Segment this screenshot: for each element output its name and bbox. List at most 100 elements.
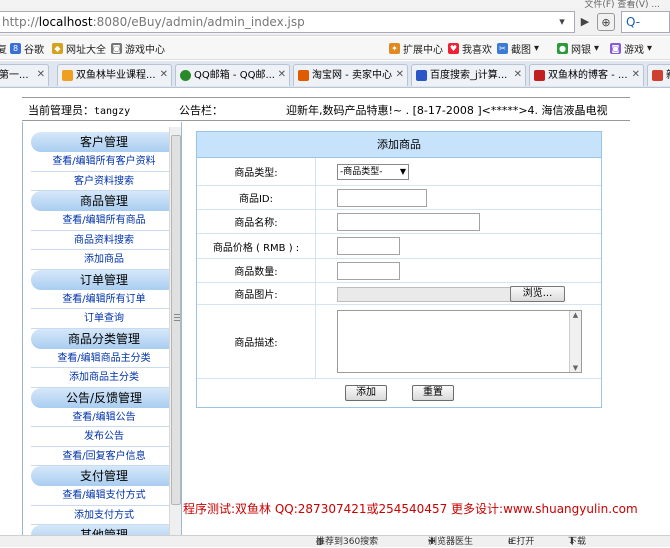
favorite-item-sites[interactable]: ◆ 网址大全 [52,41,106,56]
reset-button[interactable]: 重置 [412,385,454,401]
close-icon[interactable]: ✕ [278,65,286,85]
menu-item-edit-orders[interactable]: 查看/编辑所有订单 [31,289,177,309]
scroll-down-icon[interactable]: ▼ [570,364,581,372]
tab-5[interactable]: 百度搜索_j计算... ✕ [411,64,526,86]
menu-item-edit-customers[interactable]: 查看/编辑所有客户资料 [31,152,177,172]
product-type-label: 商品类型: [197,158,316,185]
menu-item-publish-notice[interactable]: 发布公告 [31,427,177,447]
product-image-path[interactable] [337,287,512,302]
menu-item-search-orders[interactable]: 订单查询 [31,309,177,329]
product-type-value: -商品类型- [340,167,383,177]
tab-4[interactable]: 淘宝网 - 卖家中心 ✕ [293,64,408,86]
product-quantity-label: 商品数量: [197,259,316,282]
status-search360-label: 推荐到360搜索 [316,537,379,547]
menu-group-notice[interactable]: 公告/反馈管理 [31,387,177,408]
tab-label: 淘宝网 - 卖家中心 [312,69,392,81]
menu-item-edit-payments[interactable]: 查看/编辑支付方式 [31,486,177,506]
product-quantity-input[interactable] [337,262,400,280]
tab-2[interactable]: 双鱼林毕业课程... ✕ [57,64,172,86]
favorite-label: 网银 [571,45,591,56]
admin-header: 当前管理员：tangzy 公告栏： 迎新年,数码产品特惠!~ . [8-17-2… [22,97,630,121]
favorite-item-likes[interactable]: ♥ 我喜欢 [448,41,492,56]
status-ie-label: IE打开 [508,537,535,547]
menu-item-search-products[interactable]: 商品资料搜索 [31,230,177,250]
address-bar: http://localhost:8080/eBuy/admin/admin_i… [0,8,670,36]
menu-item-add-payment[interactable]: 添加支付方式 [31,505,177,525]
form-title: 添加商品 [197,132,601,158]
address-host: localhost [38,15,93,29]
tab-1[interactable]: 第一... ✕ [0,64,49,86]
menu-item-add-product[interactable]: 添加商品 [31,250,177,270]
favorite-label: 截图 [511,45,531,56]
close-icon[interactable]: ✕ [160,65,168,85]
address-prefix: http:// [2,15,39,29]
favorite-label: 游戏 [624,45,644,56]
favorite-item-games[interactable]: ◙ 游戏中心 [111,41,165,56]
google-icon: 8 [10,43,21,54]
product-id-label: 商品ID: [197,186,316,209]
favorite-item-screenshot[interactable]: ✂ 截图 ▾ [497,41,539,56]
add-product-form: 添加商品 商品类型: -商品类型- ▼ 商品ID: 商品名称: 商品价格 ( RM… [196,131,602,408]
star-icon [62,70,73,81]
close-icon[interactable]: ✕ [632,65,640,85]
browse-button[interactable]: 浏览... [510,286,565,302]
tab-label: 双鱼林毕业课程... [76,69,156,81]
notice-marquee[interactable]: 迎新年,数码产品特惠!~ . [8-17-2008 ]<*****>4. 海信液… [286,102,626,118]
close-icon[interactable]: ✕ [37,65,45,85]
favorite-label: 谷歌 [24,45,44,56]
taobao-icon [298,70,309,81]
window-top-strip: 文件(F) 查看(V) ... [0,0,670,10]
menu-item-edit-notices[interactable]: 查看/编辑公告 [31,407,177,427]
menu-group-category[interactable]: 商品分类管理 [31,328,177,349]
address-input[interactable]: http://localhost:8080/eBuy/admin/admin_i… [0,11,575,33]
menu-group-product[interactable]: 商品管理 [31,191,177,211]
product-description-textarea[interactable]: ▲ ▼ [337,310,582,373]
close-icon[interactable]: ✕ [514,65,522,85]
status-doctor-label: 浏览器医生 [428,537,474,547]
textarea-scrollbar[interactable]: ▲ ▼ [569,311,581,372]
menu-item-edit-products[interactable]: 查看/编辑所有商品 [31,211,177,231]
product-price-input[interactable] [337,237,400,255]
forward-icon[interactable]: ▶ [576,13,594,31]
favorite-item-google[interactable]: 复 8 谷歌 [0,41,44,56]
menu-group-order[interactable]: 订单管理 [31,269,177,290]
close-icon[interactable]: ✕ [396,65,404,85]
favorite-label: 扩展中心 [403,45,443,56]
row-product-image: 商品图片: 浏览... [197,283,601,305]
product-description-label: 商品描述: [197,305,316,378]
product-type-select[interactable]: -商品类型- ▼ [337,164,409,180]
search-box[interactable]: Q- [621,11,670,33]
menu-item-edit-categories[interactable]: 查看/编辑商品主分类 [31,348,177,368]
tab-3[interactable]: QQ邮箱 - QQ邮... ✕ [175,64,290,86]
scrollbar-thumb[interactable] [171,135,181,505]
menu-scrollbar[interactable] [169,127,181,540]
favorite-item-extensions[interactable]: ✦ 扩展中心 [389,41,443,56]
shield-icon[interactable]: ⊕ [597,13,615,31]
gamepad-icon: ◙ [111,43,122,54]
product-image-label: 商品图片: [197,283,316,304]
baidu-icon [416,70,427,81]
tab-6[interactable]: 双鱼林的博客 - ... ✕ [529,64,644,86]
menu-item-add-category[interactable]: 添加商品主分类 [31,368,177,388]
favorite-item-games2[interactable]: ◙ 游戏 ▾ [610,41,652,56]
row-product-description: 商品描述: ▲ ▼ [197,305,601,379]
product-id-input[interactable] [337,189,427,207]
favorite-item-bank[interactable]: ● 网银 ▾ [557,41,599,56]
menu-group-customer[interactable]: 客户管理 [31,132,177,152]
product-name-label: 商品名称: [197,210,316,233]
product-price-label: 商品价格 ( RMB ) : [197,234,316,258]
menu-group-payment[interactable]: 支付管理 [31,466,177,486]
favorite-label: 我喜欢 [462,45,492,56]
product-name-input[interactable] [337,213,480,231]
admin-name: tangzy [94,106,131,117]
scroll-up-icon[interactable]: ▲ [570,311,581,319]
dropdown-icon[interactable]: ▾ [553,13,571,31]
notice-text: 迎新年,数码产品特惠!~ . [8-17-2008 ]<*****>4. 海信液… [286,104,608,117]
row-product-quantity: 商品数量: [197,259,601,283]
tab-7[interactable]: 新 [647,64,670,86]
add-button[interactable]: 添加 [345,385,387,401]
admin-info: 当前管理员：tangzy [28,102,130,118]
blog-icon [534,70,545,81]
menu-item-reply-feedback[interactable]: 查看/回复客户信息 [31,446,177,466]
menu-item-search-customers[interactable]: 客户资料搜索 [31,171,177,191]
